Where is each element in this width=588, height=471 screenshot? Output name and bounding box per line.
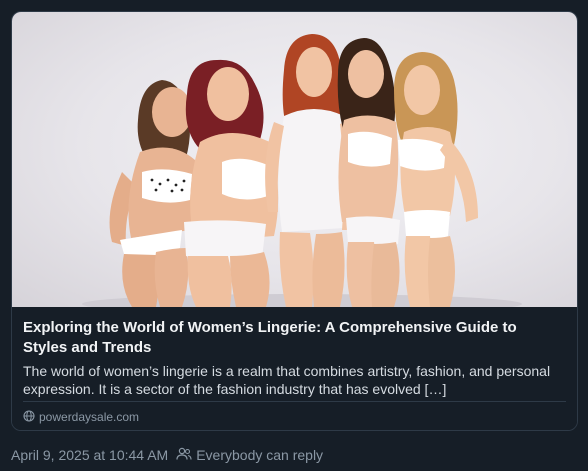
reply-setting[interactable]: Everybody can reply xyxy=(176,447,323,464)
reply-setting-label: Everybody can reply xyxy=(196,447,324,463)
link-title[interactable]: Exploring the World of Women’s Lingerie:… xyxy=(23,318,563,358)
people-icon xyxy=(176,447,192,464)
link-preview-text[interactable]: Exploring the World of Women’s Lingerie:… xyxy=(12,308,577,430)
post-meta: April 9, 2025 at 10:44 AM Everybody can … xyxy=(11,446,323,464)
link-preview-card[interactable]: Exploring the World of Women’s Lingerie:… xyxy=(11,11,578,431)
post-timestamp[interactable]: April 9, 2025 at 10:44 AM xyxy=(11,447,168,463)
link-description: The world of women’s lingerie is a realm… xyxy=(23,363,551,397)
link-preview-image[interactable] xyxy=(12,12,577,307)
link-source[interactable]: powerdaysale.com xyxy=(23,409,139,425)
card-divider xyxy=(23,401,566,402)
link-domain[interactable]: powerdaysale.com xyxy=(39,410,139,424)
globe-icon xyxy=(23,409,35,425)
